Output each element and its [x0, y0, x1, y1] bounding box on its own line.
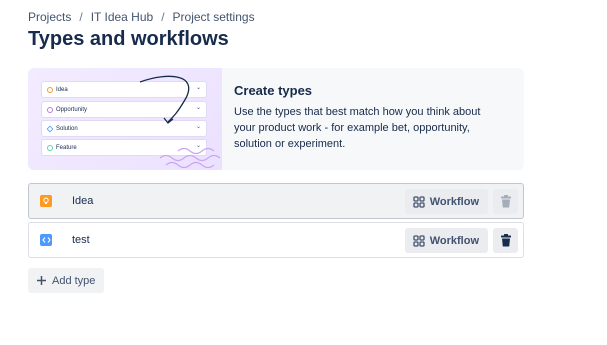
delete-type-button[interactable]	[493, 189, 518, 214]
breadcrumb-projects[interactable]: Projects	[28, 10, 71, 24]
code-icon	[40, 234, 52, 246]
banner-illustration: Idea ⌄ Opportunity ⌄ Solution ⌄ Feature …	[28, 68, 222, 170]
breadcrumb-separator: /	[161, 10, 165, 24]
breadcrumb-project-settings[interactable]: Project settings	[173, 10, 255, 24]
create-types-banner: Idea ⌄ Opportunity ⌄ Solution ⌄ Feature …	[28, 68, 524, 170]
type-row-test[interactable]: test Workflow	[28, 222, 524, 258]
add-type-button[interactable]: Add type	[28, 268, 105, 293]
workflow-button-label: Workflow	[429, 195, 479, 208]
breadcrumb-project[interactable]: IT Idea Hub	[91, 10, 153, 24]
plus-icon	[37, 276, 46, 285]
trash-icon	[500, 195, 511, 208]
banner-title: Create types	[234, 83, 313, 98]
workflow-button[interactable]: Workflow	[404, 189, 488, 214]
workflow-button[interactable]: Workflow	[404, 228, 488, 253]
banner-description: Use the types that best match how you th…	[234, 106, 481, 150]
type-row-idea[interactable]: Idea Workflow	[28, 183, 524, 219]
delete-type-button[interactable]	[493, 228, 518, 253]
type-name: Idea	[72, 195, 94, 207]
breadcrumb-separator: /	[79, 10, 83, 24]
curved-arrow-icon	[139, 75, 221, 169]
workflow-button-label: Workflow	[429, 234, 479, 247]
page-title: Types and workflows	[28, 28, 229, 50]
breadcrumb: Projects / IT Idea Hub / Project setting…	[28, 10, 255, 24]
workflow-icon	[413, 195, 425, 208]
trash-icon	[500, 234, 511, 247]
lightbulb-icon	[40, 195, 52, 207]
type-name: test	[72, 234, 90, 246]
workflow-icon	[413, 234, 425, 247]
add-type-label: Add type	[52, 274, 96, 287]
